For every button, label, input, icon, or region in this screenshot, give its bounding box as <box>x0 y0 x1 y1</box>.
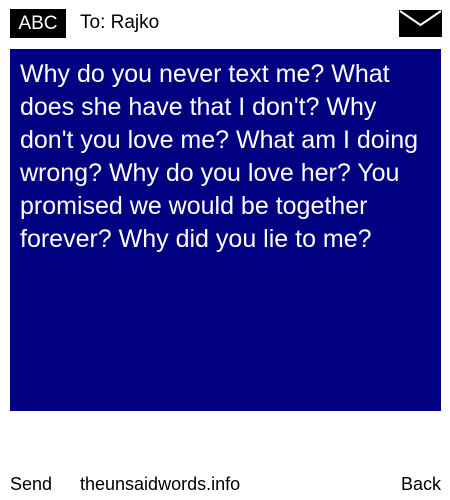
site-caption: theunsaidwords.info <box>80 474 241 494</box>
input-mode-badge[interactable]: ABC <box>10 9 66 38</box>
message-text: Why do you never text me? What does she … <box>20 60 419 253</box>
recipient-field[interactable]: To: Rajko <box>80 10 159 36</box>
send-softkey[interactable]: Send <box>10 472 52 496</box>
back-softkey[interactable]: Back <box>401 472 441 496</box>
message-body-field[interactable]: Why do you never text me? What does she … <box>10 49 441 411</box>
softkey-bar: Send theunsaidwords.info Back <box>0 470 450 500</box>
compose-header: ABC To: Rajko <box>0 0 450 46</box>
envelope-icon <box>399 10 442 37</box>
